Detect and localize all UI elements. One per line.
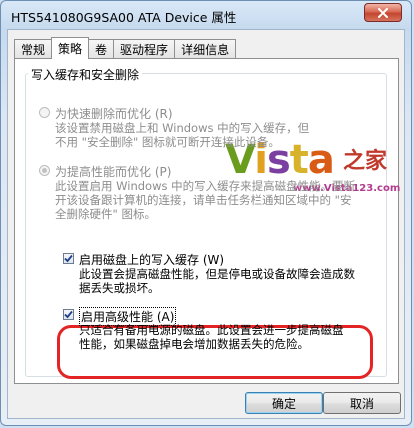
tab-label: 详细信息: [181, 42, 230, 57]
cancel-button[interactable]: 取消: [323, 392, 401, 414]
checkmark-icon: [64, 254, 73, 263]
desc-line: 据丢失或损坏。: [79, 281, 160, 295]
tab-policies[interactable]: 策略: [51, 37, 90, 59]
tab-label: 驱动程序: [120, 42, 169, 57]
checkmark-icon: [64, 310, 73, 319]
write-cache-checkbox[interactable]: [63, 253, 74, 264]
tab-label: 策略: [58, 42, 83, 56]
dialog-client-area: 常规 策略 卷 驱动程序 详细信息 写入缓存和安全删除 Vista 之家 www…: [7, 29, 405, 419]
tab-volumes[interactable]: 卷: [88, 39, 115, 58]
quick-removal-description: 该设置禁用磁盘上和 Windows 中的写入缓存，但 不用 "安全删除" 图标就…: [55, 121, 309, 149]
quick-removal-radio[interactable]: [39, 107, 50, 118]
title-bar[interactable]: HTS541080G9SA00 ATA Device 属性: [1, 1, 411, 29]
write-cache-label: 启用磁盘上的写入缓存 (W): [79, 253, 225, 267]
desc-line: 不用 "安全删除" 图标就可断开连接此设备。: [55, 135, 280, 149]
properties-dialog: HTS541080G9SA00 ATA Device 属性 常规 策略 卷 驱动…: [0, 0, 412, 426]
desc-line: 此设置启用 Windows 中的写入缓存来提高磁盘性能。要断: [55, 179, 356, 193]
policies-panel: 写入缓存和安全删除 Vista 之家 www.Vista123.com 为快速删…: [14, 58, 400, 384]
groupbox-title: 写入缓存和安全删除: [28, 66, 143, 83]
tab-label: 卷: [95, 42, 108, 57]
tab-strip: 常规 策略 卷 驱动程序 详细信息: [14, 37, 237, 59]
performance-description: 此设置启用 Windows 中的写入缓存来提高磁盘性能。要断 开该设备跟计算机的…: [55, 179, 355, 221]
watermark-suffix: 之家: [343, 149, 388, 174]
performance-option[interactable]: 为提高性能而优化 (P): [39, 163, 171, 180]
quick-removal-label: 为快速删除而优化 (R): [55, 107, 173, 121]
write-cache-description: 此设置会提高磁盘性能，但是停电或设备故障会造成数 据丢失或损坏。: [79, 267, 355, 295]
close-button[interactable]: [364, 3, 402, 22]
desc-line: 该设置禁用磁盘上和 Windows 中的写入缓存，但: [55, 121, 310, 135]
advanced-performance-checkbox[interactable]: [63, 309, 74, 320]
quick-removal-option[interactable]: 为快速删除而优化 (R): [39, 105, 173, 122]
advanced-performance-description: 只适合有备用电源的磁盘。此设置会进一步提高磁盘 性能，如果磁盘掉电会增加数据丢失…: [79, 323, 344, 351]
desc-line: 此设置会提高磁盘性能，但是停电或设备故障会造成数: [79, 267, 355, 281]
close-icon: [378, 7, 388, 18]
performance-radio[interactable]: [39, 165, 50, 176]
window-title: HTS541080G9SA00 ATA Device 属性: [11, 10, 237, 25]
performance-label: 为提高性能而优化 (P): [55, 165, 172, 179]
tab-general[interactable]: 常规: [14, 39, 53, 58]
desc-line: 只适合有备用电源的磁盘。此设置会进一步提高磁盘: [79, 323, 344, 337]
desc-line: 性能，如果磁盘掉电会增加数据丢失的危险。: [79, 337, 309, 351]
ok-button[interactable]: 确定: [245, 392, 323, 414]
tab-details[interactable]: 详细信息: [174, 39, 237, 58]
write-cache-option[interactable]: 启用磁盘上的写入缓存 (W): [63, 251, 224, 268]
tab-driver[interactable]: 驱动程序: [113, 39, 176, 58]
tab-label: 常规: [21, 42, 46, 57]
desc-line: 开该设备跟计算机的连接，请单击任务栏通知区域中的 "安: [55, 193, 352, 207]
desc-line: 全删除硬件" 图标。: [55, 207, 156, 221]
